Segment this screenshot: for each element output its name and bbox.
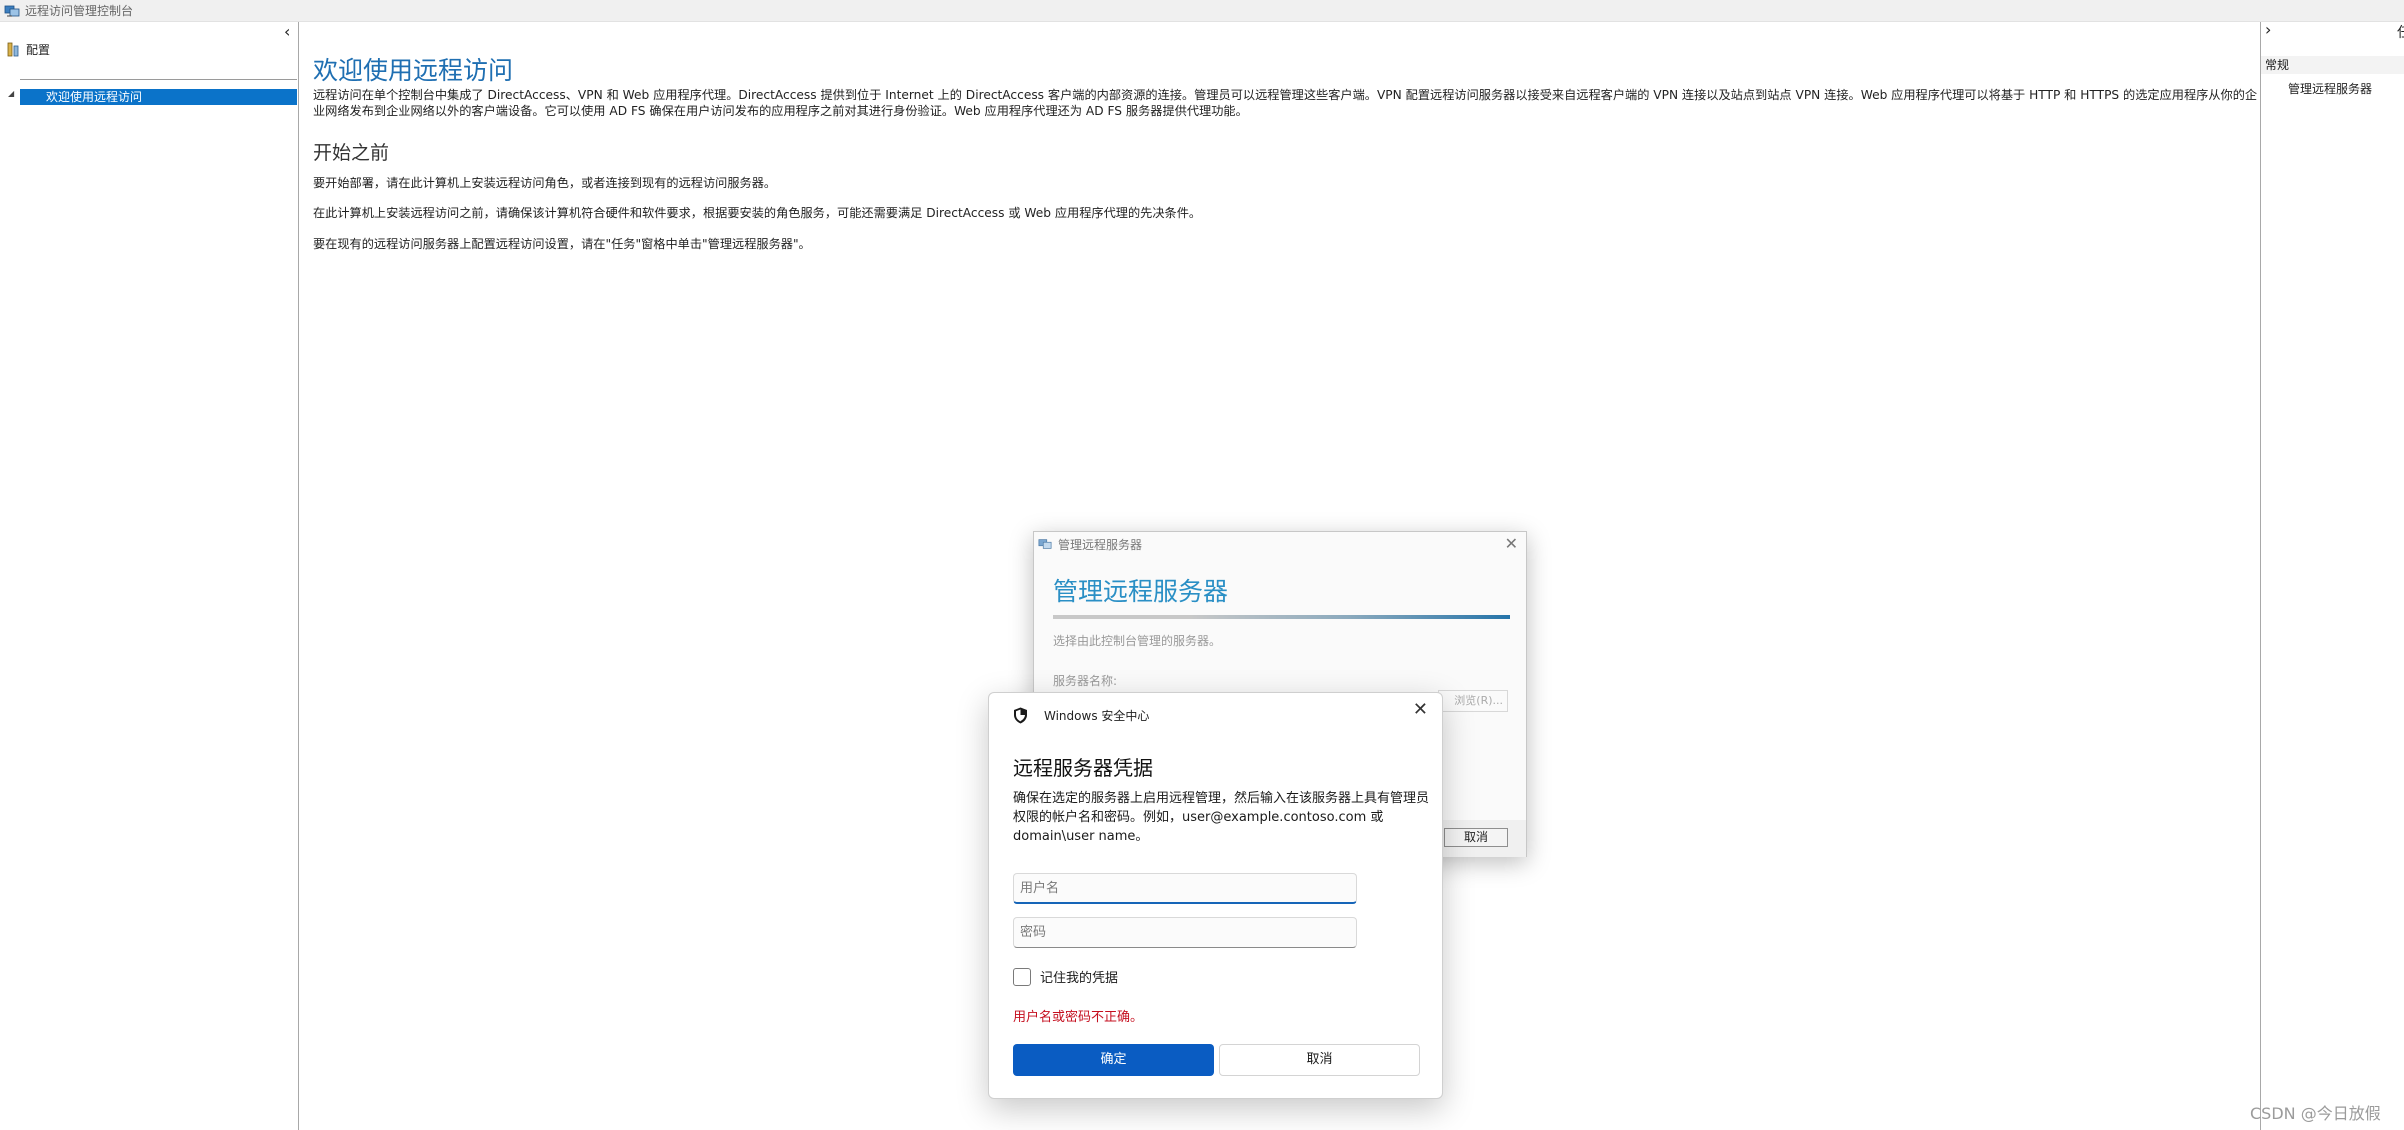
actions-pane: › 任 常规 管理远程服务器 [2260, 22, 2404, 1130]
checkbox-box[interactable] [1013, 967, 1031, 986]
password-input[interactable] [1013, 917, 1357, 948]
tree-item-welcome[interactable]: 欢迎使用远程访问 [20, 89, 297, 105]
tree-root-label: 配置 [26, 43, 51, 57]
watermark: CSDN @今日放假 [2250, 1104, 2381, 1123]
wizard-progress-bar [1053, 615, 1510, 619]
actions-pane-title: 任 [2397, 22, 2404, 42]
intro-text: 远程访问在单个控制台中集成了 DirectAccess、VPN 和 Web 应用… [313, 88, 2258, 118]
credential-dialog-source-label: Windows 安全中心 [1044, 709, 1150, 723]
window-titlebar: 远程访问管理控制台 [0, 0, 2404, 22]
wizard-close-button[interactable]: ✕ [1505, 534, 1518, 553]
wizard-cancel-button[interactable]: 取消 [1444, 828, 1508, 847]
remember-credentials-checkbox[interactable]: 记住我的凭据 [1013, 967, 1118, 986]
tree-root-config[interactable]: 配置 [6, 41, 50, 58]
paragraph-3: 要在现有的远程访问服务器上配置远程访问设置，请在"任务"窗格中单击"管理远程服务… [313, 237, 811, 251]
server-name-label: 服务器名称: [1053, 674, 1118, 688]
cancel-button[interactable]: 取消 [1219, 1044, 1420, 1076]
browse-button[interactable]: 浏览(R)... [1438, 690, 1508, 712]
window-title: 远程访问管理控制台 [25, 4, 134, 18]
ok-button[interactable]: 确定 [1013, 1044, 1214, 1076]
remote-access-app-icon [1038, 539, 1052, 549]
chevron-right-icon: › [2265, 20, 2272, 39]
section-title: 开始之前 [313, 142, 390, 164]
shield-icon [1014, 707, 1027, 724]
page-title: 欢迎使用远程访问 [313, 56, 514, 85]
paragraph-2: 在此计算机上安装远程访问之前，请确保该计算机符合硬件和软件要求，根据要安装的角色… [313, 206, 1202, 220]
tree-pane: ‹ 配置 ◢ 欢迎使用远程访问 [0, 22, 299, 1130]
expand-pane-button[interactable]: › [2265, 22, 2271, 38]
credential-dialog: Windows 安全中心 ✕ 远程服务器凭据 确保在选定的服务器上启用远程管理，… [988, 692, 1443, 1099]
paragraph-1: 要开始部署，请在此计算机上安装远程访问角色，或者连接到现有的远程访问服务器。 [313, 176, 777, 190]
tree-divider [20, 79, 297, 80]
remote-access-app-icon [4, 5, 20, 16]
wizard-title: 管理远程服务器 [1058, 537, 1143, 552]
remember-credentials-label: 记住我的凭据 [1040, 971, 1119, 986]
credential-close-button[interactable]: ✕ [1413, 699, 1428, 720]
chevron-left-icon: ‹ [284, 22, 291, 41]
wizard-heading: 管理远程服务器 [1053, 577, 1229, 606]
actions-section-header: 常规 [2261, 56, 2404, 74]
collapse-pane-button[interactable]: ‹ [284, 24, 290, 40]
action-manage-remote-server[interactable]: 管理远程服务器 [2288, 80, 2372, 97]
credential-dialog-source: Windows 安全中心 [1013, 707, 1149, 724]
close-icon: ✕ [1412, 699, 1428, 720]
close-icon: ✕ [1504, 534, 1518, 553]
tree-item-label: 欢迎使用远程访问 [46, 90, 143, 104]
tree-expander-icon[interactable]: ◢ [8, 89, 14, 98]
wizard-description: 选择由此控制台管理的服务器。 [1053, 634, 1222, 648]
credential-dialog-title: 远程服务器凭据 [1013, 756, 1153, 780]
credential-dialog-description: 确保在选定的服务器上启用远程管理，然后输入在该服务器上具有管理员权限的帐户名和密… [1013, 791, 1430, 844]
error-message: 用户名或密码不正确。 [1013, 1010, 1144, 1025]
username-input[interactable] [1013, 873, 1357, 904]
config-icon [7, 42, 19, 57]
wizard-titlebar: 管理远程服务器 [1034, 532, 1526, 556]
